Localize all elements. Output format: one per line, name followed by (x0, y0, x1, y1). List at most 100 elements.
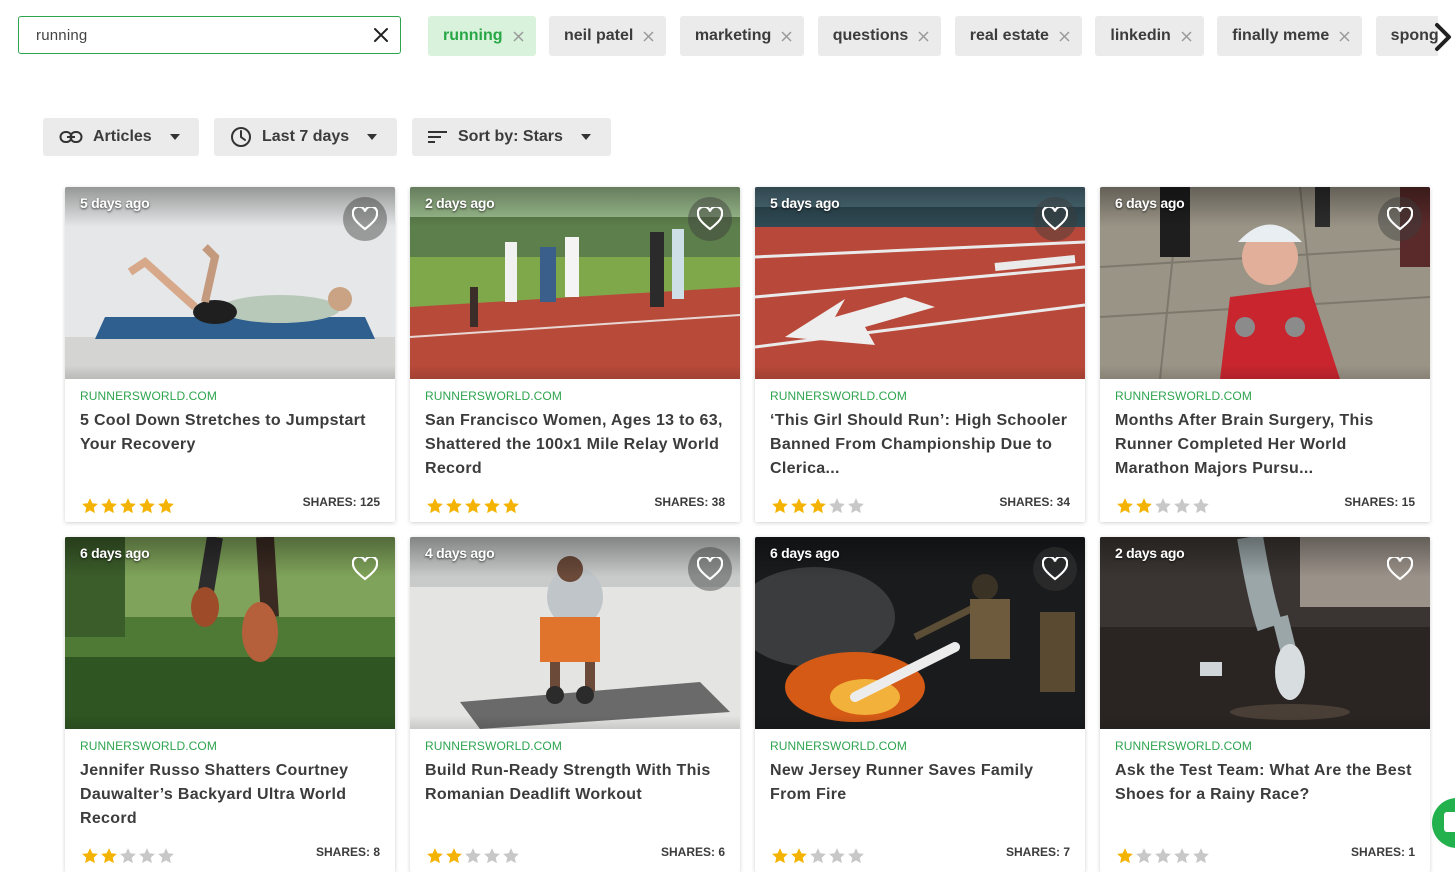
article-title[interactable]: 5 Cool Down Stretches to Jumpstart Your … (80, 409, 380, 457)
star-empty-icon (848, 498, 864, 514)
source-domain[interactable]: RUNNERSWORLD.COM (425, 739, 562, 753)
star-empty-icon (120, 848, 136, 864)
share-count: SHARES: 7 (1005, 845, 1070, 859)
chat-bubble-inner (1444, 812, 1455, 832)
article-card[interactable]: 6 days ago RUNNERSWORLD.COM Jennifer Rus… (65, 537, 395, 872)
chat-bubble-icon[interactable] (1432, 798, 1455, 848)
heart-icon[interactable] (688, 547, 732, 591)
heart-icon[interactable] (1033, 547, 1077, 591)
star-filled-icon (101, 498, 117, 514)
star-empty-icon (1193, 498, 1209, 514)
star-empty-icon (1155, 848, 1171, 864)
star-rating (1116, 497, 1210, 515)
article-title[interactable]: ‘This Girl Should Run’: High Schooler Ba… (770, 409, 1070, 481)
star-filled-icon (772, 848, 788, 864)
heart-icon[interactable] (688, 197, 732, 241)
share-count: SHARES: 34 (999, 495, 1070, 509)
source-domain[interactable]: RUNNERSWORLD.COM (1115, 739, 1252, 753)
remove-chip-icon[interactable] (513, 30, 524, 42)
star-empty-icon (829, 498, 845, 514)
source-domain[interactable]: RUNNERSWORLD.COM (80, 389, 217, 403)
article-thumbnail[interactable]: 2 days ago (410, 187, 740, 379)
remove-chip-icon[interactable] (1181, 30, 1192, 42)
article-title[interactable]: New Jersey Runner Saves Family From Fire (770, 759, 1070, 807)
remove-chip-icon[interactable] (643, 30, 654, 42)
heart-icon[interactable] (343, 197, 387, 241)
remove-chip-icon[interactable] (781, 30, 792, 42)
time-range-dropdown[interactable]: Last 7 days (214, 118, 397, 156)
clock-icon (230, 126, 252, 148)
article-card[interactable]: 4 days ago RUNNERSWORLD.COM Build Run-Re… (410, 537, 740, 872)
article-card[interactable]: 2 days ago RUNNERSWORLD.COM Ask the Test… (1100, 537, 1430, 872)
chip-label: running (443, 27, 503, 44)
thumbnail-fade (410, 715, 740, 729)
caret-down-icon (367, 134, 378, 140)
article-title[interactable]: Build Run-Ready Strength With This Roman… (425, 759, 725, 807)
star-empty-icon (1174, 498, 1190, 514)
age-label: 2 days ago (1115, 545, 1185, 561)
article-card[interactable]: 5 days ago RUNNERSWORLD.COM ‘This Girl S… (755, 187, 1085, 522)
remove-chip-icon[interactable] (918, 30, 929, 42)
article-title[interactable]: San Francisco Women, Ages 13 to 63, Shat… (425, 409, 725, 481)
search-input[interactable] (34, 25, 362, 45)
article-title[interactable]: Jennifer Russo Shatters Courtney Dauwalt… (80, 759, 380, 831)
share-count: SHARES: 6 (660, 845, 725, 859)
content-type-dropdown[interactable]: Articles (43, 118, 199, 156)
link-icon (59, 130, 83, 144)
chip-real-estate[interactable]: real estate (954, 16, 1082, 56)
content-type-label: Articles (93, 128, 152, 145)
article-thumbnail[interactable]: 6 days ago (65, 537, 395, 729)
heart-icon[interactable] (1378, 547, 1422, 591)
star-filled-icon (158, 498, 174, 514)
chip-running[interactable]: running (428, 16, 536, 56)
thumbnail-fade (1100, 365, 1430, 379)
star-empty-icon (810, 848, 826, 864)
article-thumbnail[interactable]: 6 days ago (1100, 187, 1430, 379)
age-label: 4 days ago (425, 545, 495, 561)
article-thumbnail[interactable]: 5 days ago (65, 187, 395, 379)
chip-linkedin[interactable]: linkedin (1095, 16, 1204, 56)
article-card[interactable]: 6 days ago RUNNERSWORLD.COM Months After… (1100, 187, 1430, 522)
article-thumbnail[interactable]: 5 days ago (755, 187, 1085, 379)
remove-chip-icon[interactable] (1339, 30, 1350, 42)
star-filled-icon (1117, 498, 1133, 514)
chip-questions[interactable]: questions (817, 16, 942, 56)
heart-icon[interactable] (1033, 197, 1077, 241)
article-title[interactable]: Ask the Test Team: What Are the Best Sho… (1115, 759, 1415, 807)
chip-sponge[interactable]: sponge (1375, 16, 1438, 56)
chip-neil-patel[interactable]: neil patel (549, 16, 667, 56)
source-domain[interactable]: RUNNERSWORLD.COM (770, 739, 907, 753)
age-label: 6 days ago (1115, 195, 1185, 211)
search-box (18, 16, 401, 54)
remove-chip-icon[interactable] (1059, 30, 1070, 42)
article-thumbnail[interactable]: 2 days ago (1100, 537, 1430, 729)
caret-down-icon (580, 134, 591, 140)
source-domain[interactable]: RUNNERSWORLD.COM (1115, 389, 1252, 403)
article-card[interactable]: 2 days ago RUNNERSWORLD.COM San Francisc… (410, 187, 740, 522)
chip-marketing[interactable]: marketing (679, 16, 805, 56)
caret-down-icon (169, 134, 180, 140)
card-body: RUNNERSWORLD.COM Jennifer Russo Shatters… (65, 729, 395, 872)
source-domain[interactable]: RUNNERSWORLD.COM (80, 739, 217, 753)
sort-dropdown[interactable]: Sort by: Stars (412, 118, 611, 156)
article-title[interactable]: Months After Brain Surgery, This Runner … (1115, 409, 1415, 481)
source-domain[interactable]: RUNNERSWORLD.COM (425, 389, 562, 403)
filter-bar: Articles Last 7 days Sort by: Stars (43, 118, 611, 156)
article-card[interactable]: 6 days ago RUNNERSWORLD.COM New Jersey R… (755, 537, 1085, 872)
source-domain[interactable]: RUNNERSWORLD.COM (770, 389, 907, 403)
article-card[interactable]: 5 days ago RUNNERSWORLD.COM 5 Cool Down … (65, 187, 395, 522)
star-empty-icon (1155, 498, 1171, 514)
article-thumbnail[interactable]: 6 days ago (755, 537, 1085, 729)
card-body: RUNNERSWORLD.COM New Jersey Runner Saves… (755, 729, 1085, 872)
age-label: 5 days ago (770, 195, 840, 211)
clear-search-icon[interactable] (362, 16, 400, 54)
star-filled-icon (484, 498, 500, 514)
thumbnail-fade (755, 365, 1085, 379)
heart-icon[interactable] (1378, 197, 1422, 241)
chip-finally-meme[interactable]: finally meme (1217, 16, 1363, 56)
star-empty-icon (139, 848, 155, 864)
article-thumbnail[interactable]: 4 days ago (410, 537, 740, 729)
heart-icon[interactable] (343, 547, 387, 591)
age-label: 5 days ago (80, 195, 150, 211)
chevron-right-icon[interactable] (1430, 20, 1455, 54)
